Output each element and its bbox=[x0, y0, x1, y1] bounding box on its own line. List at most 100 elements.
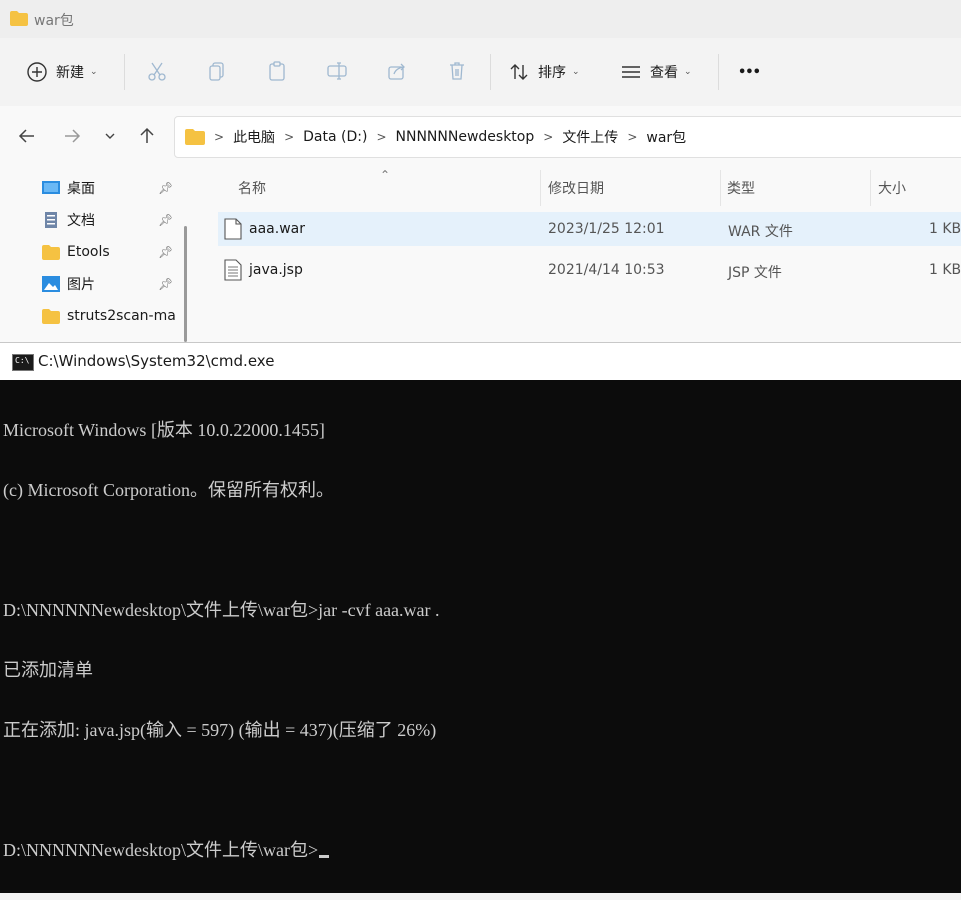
chevron-down-icon: ⌄ bbox=[572, 67, 580, 77]
breadcrumb-item[interactable]: 文件上传 bbox=[562, 127, 618, 147]
copy-button[interactable] bbox=[205, 59, 229, 83]
pin-icon[interactable]: 📌︎ bbox=[158, 181, 173, 195]
sidebar-scrollbar[interactable] bbox=[184, 226, 187, 342]
file-list: ⌃ 名称 修改日期 类型 大小 aaa.war 2023/1/25 12:01 … bbox=[192, 168, 961, 342]
file-name: java.jsp bbox=[249, 262, 303, 278]
forward-button[interactable] bbox=[62, 126, 82, 146]
command-bar: 新建 ⌄ 排序 ⌄ 查看 ⌄ ••• bbox=[0, 38, 961, 107]
chevron-right-icon[interactable]: > bbox=[376, 130, 386, 144]
cmd-window-title: C:\Windows\System32\cmd.exe bbox=[38, 352, 275, 370]
column-header-name[interactable]: 名称 bbox=[238, 178, 266, 198]
plus-circle-icon bbox=[27, 62, 47, 82]
chevron-down-icon: ⌄ bbox=[684, 67, 692, 77]
column-header-modified[interactable]: 修改日期 bbox=[548, 178, 604, 198]
console-line: 正在添加: java.jsp(输入 = 597) (输出 = 437)(压缩了 … bbox=[3, 720, 437, 740]
rename-icon bbox=[327, 62, 347, 80]
rename-button[interactable] bbox=[325, 59, 349, 83]
navigation-bar: > 此电脑 > Data (D:) > NNNNNNewdesktop > 文件… bbox=[0, 106, 961, 168]
file-size: 1 KB bbox=[929, 262, 961, 278]
file-name: aaa.war bbox=[249, 221, 305, 237]
sidebar-item-struts2scan[interactable]: struts2scan-ma bbox=[42, 302, 182, 330]
folder-icon bbox=[42, 309, 60, 324]
arrow-up-icon bbox=[140, 127, 154, 143]
sidebar-item-label: 文档 bbox=[67, 213, 95, 229]
console-line: Microsoft Windows [版本 10.0.22000.1455] bbox=[3, 420, 325, 440]
recent-locations-button[interactable] bbox=[100, 126, 120, 146]
view-button[interactable]: 查看 ⌄ bbox=[620, 58, 692, 86]
file-modified: 2021/4/14 10:53 bbox=[548, 262, 665, 278]
picture-icon bbox=[42, 276, 60, 292]
back-button[interactable] bbox=[17, 126, 37, 146]
share-button[interactable] bbox=[385, 59, 409, 83]
sidebar-item-label: 桌面 bbox=[67, 181, 95, 197]
new-button-label: 新建 bbox=[56, 65, 84, 81]
chevron-right-icon[interactable]: > bbox=[284, 130, 294, 144]
command-prompt-window[interactable]: C:\ C:\Windows\System32\cmd.exe Microsof… bbox=[0, 342, 961, 893]
column-divider[interactable] bbox=[720, 170, 721, 206]
more-options-button[interactable]: ••• bbox=[738, 58, 761, 86]
sidebar-item-label: struts2scan-ma bbox=[67, 308, 176, 324]
file-size: 1 KB bbox=[929, 221, 961, 237]
breadcrumb-item[interactable]: 此电脑 bbox=[233, 127, 275, 147]
window-title: war包 bbox=[34, 13, 74, 29]
folder-icon bbox=[10, 11, 28, 30]
column-header-type[interactable]: 类型 bbox=[727, 178, 755, 198]
file-row-java-jsp[interactable]: java.jsp 2021/4/14 10:53 JSP 文件 1 KB bbox=[218, 253, 961, 287]
chevron-down-icon bbox=[105, 133, 115, 139]
delete-button[interactable] bbox=[445, 59, 469, 83]
desktop-icon bbox=[42, 181, 60, 194]
toolbar-divider bbox=[718, 54, 719, 90]
clipboard-icon bbox=[269, 61, 285, 81]
console-prompt-line[interactable]: D:\NNNNNNewdesktop\文件上传\war包> bbox=[3, 840, 958, 860]
toolbar-divider bbox=[490, 54, 491, 90]
navigation-pane: 桌面 📌︎ 文档 📌︎ Etools 📌︎ 图片 📌︎ struts2scan-… bbox=[0, 168, 180, 342]
view-list-icon bbox=[622, 66, 640, 78]
text-file-icon bbox=[224, 259, 242, 281]
trash-icon bbox=[450, 62, 464, 80]
cut-button[interactable] bbox=[145, 59, 169, 83]
chevron-right-icon: > bbox=[214, 130, 225, 144]
console-prompt: D:\NNNNNNewdesktop\文件上传\war包> bbox=[3, 840, 319, 860]
text-cursor bbox=[319, 855, 330, 858]
file-row-aaa-war[interactable]: aaa.war 2023/1/25 12:01 WAR 文件 1 KB bbox=[218, 212, 961, 246]
sidebar-item-label: 图片 bbox=[67, 277, 95, 293]
chevron-right-icon[interactable]: > bbox=[543, 130, 553, 144]
new-button[interactable]: 新建 ⌄ bbox=[26, 58, 98, 86]
document-icon bbox=[45, 212, 57, 228]
address-bar[interactable]: > 此电脑 > Data (D:) > NNNNNNewdesktop > 文件… bbox=[174, 116, 961, 158]
scissors-icon bbox=[148, 62, 166, 81]
explorer-titlebar: war包 bbox=[0, 0, 961, 38]
ellipsis-icon: ••• bbox=[738, 64, 761, 80]
cmd-titlebar[interactable]: C:\ C:\Windows\System32\cmd.exe bbox=[0, 343, 961, 380]
pin-icon[interactable]: 📌︎ bbox=[158, 213, 173, 227]
paste-button[interactable] bbox=[265, 59, 289, 83]
folder-icon bbox=[42, 245, 60, 260]
sort-ascending-icon: ⌃ bbox=[380, 168, 391, 182]
column-header-size[interactable]: 大小 bbox=[878, 178, 906, 198]
breadcrumb-item[interactable]: war包 bbox=[646, 127, 686, 147]
file-icon bbox=[224, 218, 242, 240]
copy-icon bbox=[209, 62, 224, 81]
sort-button[interactable]: 排序 ⌄ bbox=[508, 58, 580, 86]
console-output[interactable]: Microsoft Windows [版本 10.0.22000.1455] (… bbox=[3, 380, 958, 900]
column-divider[interactable] bbox=[870, 170, 871, 206]
console-line: D:\NNNNNNewdesktop\文件上传\war包>jar -cvf aa… bbox=[3, 600, 440, 620]
pin-icon[interactable]: 📌︎ bbox=[158, 245, 173, 259]
breadcrumb-item[interactable]: Data (D:) bbox=[303, 129, 367, 145]
console-line: 已添加清单 bbox=[3, 660, 93, 680]
pin-icon[interactable]: 📌︎ bbox=[158, 277, 173, 291]
breadcrumb: > 此电脑 > Data (D:) > NNNNNNewdesktop > 文件… bbox=[185, 117, 686, 157]
breadcrumb-item[interactable]: NNNNNNewdesktop bbox=[396, 129, 535, 145]
sidebar-item-label: Etools bbox=[67, 244, 110, 260]
file-modified: 2023/1/25 12:01 bbox=[548, 221, 665, 237]
share-icon bbox=[388, 63, 405, 80]
view-button-label: 查看 bbox=[650, 65, 678, 81]
folder-icon bbox=[185, 129, 205, 145]
file-explorer-window: war包 新建 ⌄ 排序 ⌄ 查看 ⌄ ••• > 此电脑 > Data (D:… bbox=[0, 0, 961, 342]
up-button[interactable] bbox=[137, 126, 157, 146]
column-divider[interactable] bbox=[540, 170, 541, 206]
chevron-down-icon: ⌄ bbox=[90, 67, 98, 77]
chevron-right-icon[interactable]: > bbox=[627, 130, 637, 144]
file-type: JSP 文件 bbox=[728, 265, 782, 281]
